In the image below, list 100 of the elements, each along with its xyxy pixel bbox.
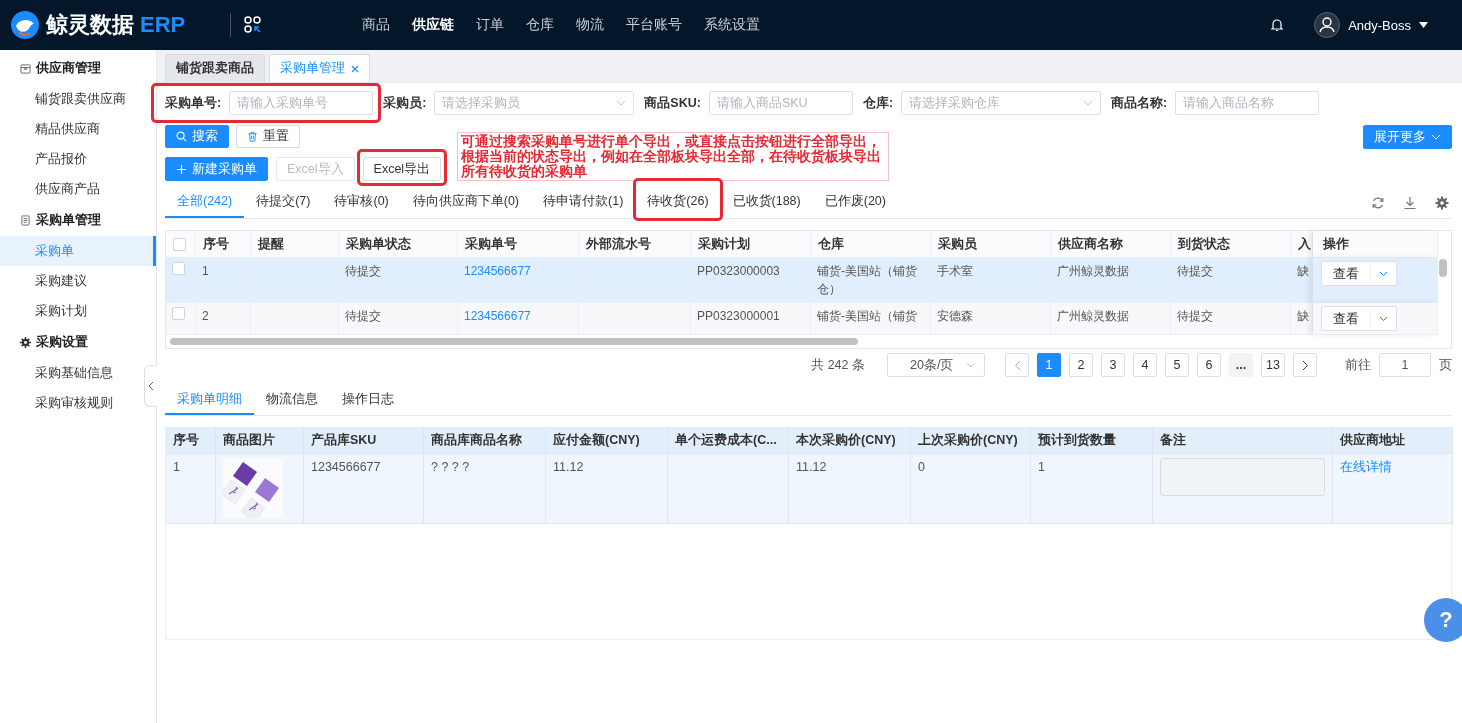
column-header: 商品库商品名称 (424, 427, 546, 454)
nav-item[interactable]: 系统设置 (693, 16, 771, 34)
field-label: 商品名称: (1111, 94, 1168, 112)
chevron-down-icon (1431, 134, 1441, 140)
gear-icon (20, 336, 31, 348)
sidebar-item[interactable]: 铺货跟卖供应商 (0, 84, 143, 114)
table-cell: 广州鲸灵数据 (1051, 303, 1171, 335)
checkbox[interactable] (173, 237, 186, 251)
sidebar-item[interactable]: 采购建议 (0, 266, 143, 296)
excel-button[interactable]: Excel导出 (362, 157, 442, 181)
sidebar-item[interactable]: 精品供应商 (0, 114, 143, 144)
status-tab[interactable]: 待收货(26) (635, 187, 721, 218)
goto-label: 前往 (1345, 356, 1371, 374)
detail-tab[interactable]: 操作日志 (330, 385, 406, 415)
table-row[interactable]: 2 待提交 1234566677 PP0323000001 铺货-美国站（铺货 安德森 广州鲸灵数据 待提交 缺 查看 (166, 303, 1436, 335)
status-tab[interactable]: 已作废(20) (812, 187, 898, 218)
page-button[interactable]: 5 (1165, 353, 1189, 377)
search-icon (176, 131, 187, 142)
column-header: 备注 (1153, 427, 1333, 454)
checkbox[interactable] (172, 307, 185, 320)
chevron-down-icon (1379, 270, 1388, 277)
logo-text: ERP (140, 12, 186, 38)
column-header: 操作 (1313, 231, 1438, 258)
column-header: 序号 (166, 427, 216, 454)
status-tab[interactable]: 待提交(7) (244, 187, 323, 218)
table-cell: 11.12 (789, 454, 911, 524)
detail-tab[interactable]: 物流信息 (254, 385, 330, 415)
nav-item[interactable]: 平台账号 (615, 16, 693, 34)
column-header: 上次采购价(CNY) (911, 427, 1031, 454)
column-header: 采购计划 (691, 231, 811, 258)
settings-icon[interactable] (1435, 195, 1449, 210)
collapse-handle[interactable] (144, 365, 157, 407)
status-tab[interactable]: 待向供应商下单(0) (400, 187, 532, 218)
page-button[interactable]: 4 (1133, 353, 1157, 377)
page-tab[interactable]: 采购单管理 (269, 54, 370, 82)
document-icon (20, 214, 31, 226)
status-tab[interactable]: 待申请付款(1) (531, 187, 636, 218)
column-header: 入 (1291, 231, 1313, 258)
page-button[interactable]: 6 (1197, 353, 1221, 377)
field-label: 采购员: (383, 94, 427, 112)
column-header: 供应商地址 (1333, 427, 1453, 454)
detail-tab[interactable]: 采购单明细 (165, 385, 254, 415)
table-cell: 待提交 (1171, 303, 1291, 335)
view-split-button[interactable]: 查看 (1321, 306, 1397, 331)
column-header: 预计到货数量 (1031, 427, 1153, 454)
page-size-select[interactable]: 20条/页 (887, 353, 985, 377)
prev-page-button[interactable] (1005, 353, 1029, 377)
column-header: 本次采购价(CNY) (789, 427, 911, 454)
column-header: 应付金额(CNY) (546, 427, 668, 454)
table-row[interactable]: 1 待提交 1234566677 PP0323000003 铺货-美国站（铺货仓） 手术室 广州鲸灵数据 待提交 缺 查看 (166, 258, 1436, 303)
bell-icon[interactable] (1270, 18, 1285, 32)
remark-field[interactable] (1160, 458, 1325, 496)
refresh-icon[interactable] (1371, 195, 1385, 210)
status-tab[interactable]: 全部(242) (165, 187, 245, 218)
apps-icon[interactable] (243, 15, 263, 35)
chevron-down-icon (966, 362, 976, 368)
trash-icon (247, 131, 258, 142)
avatar-icon[interactable] (1314, 12, 1341, 38)
close-icon[interactable] (351, 64, 359, 73)
column-header: 外部流水号 (579, 231, 691, 258)
column-header: 产品库SKU (304, 427, 424, 454)
page-tab[interactable]: 铺货跟卖商品 (165, 54, 265, 82)
total-count: 共 242 条 (811, 356, 865, 374)
table-cell: 2 (196, 303, 251, 335)
download-icon[interactable] (1403, 195, 1417, 210)
sidebar-item[interactable]: 采购审核规则 (0, 388, 143, 418)
nav-item[interactable]: 订单 (465, 16, 515, 34)
caret-icon[interactable] (1419, 22, 1428, 28)
more-pages-button[interactable]: ... (1229, 353, 1253, 377)
nav-item[interactable]: 供应链 (401, 16, 465, 34)
reset-button[interactable]: 重置 (236, 125, 300, 148)
chevron-down-icon (1083, 100, 1094, 106)
sidebar-item[interactable]: 产品报价 (0, 144, 143, 174)
column-header: 单个运费成本(C... (668, 427, 789, 454)
table-cell: 待提交 (339, 303, 458, 335)
nav-item[interactable]: 商品 (351, 16, 401, 34)
page-button[interactable]: 2 (1069, 353, 1093, 377)
user-name[interactable]: Andy-Boss (1348, 17, 1411, 33)
nav-item[interactable]: 物流 (565, 16, 615, 34)
table-cell: 铺货-美国站（铺货 (811, 303, 931, 335)
next-page-button[interactable] (1293, 353, 1317, 377)
checkbox[interactable] (172, 262, 185, 275)
sidebar-item[interactable]: 采购基础信息 (0, 358, 143, 388)
column-header: 商品图片 (216, 427, 304, 454)
column-header: 提醒 (251, 231, 339, 258)
status-tab[interactable]: 待审核(0) (322, 187, 401, 218)
view-split-button[interactable]: 查看 (1321, 261, 1397, 286)
page-button[interactable]: 13 (1261, 353, 1285, 377)
sidebar-group[interactable]: 采购设置 (0, 326, 156, 358)
page-input[interactable]: 1 (1379, 353, 1431, 377)
box-icon (20, 62, 31, 74)
nav-item[interactable]: 仓库 (515, 16, 565, 34)
sidebar-group[interactable]: 供应商管理 (0, 52, 156, 84)
page-button[interactable]: 3 (1101, 353, 1125, 377)
status-tab[interactable]: 已收货(188) (720, 187, 813, 218)
sidebar-item[interactable]: 供应商产品 (0, 174, 143, 204)
sidebar-item[interactable]: 采购计划 (0, 296, 143, 326)
sidebar-group[interactable]: 采购单管理 (0, 204, 156, 236)
table-cell: PP0323000001 (691, 303, 811, 335)
column-header: 采购单号 (458, 231, 579, 258)
